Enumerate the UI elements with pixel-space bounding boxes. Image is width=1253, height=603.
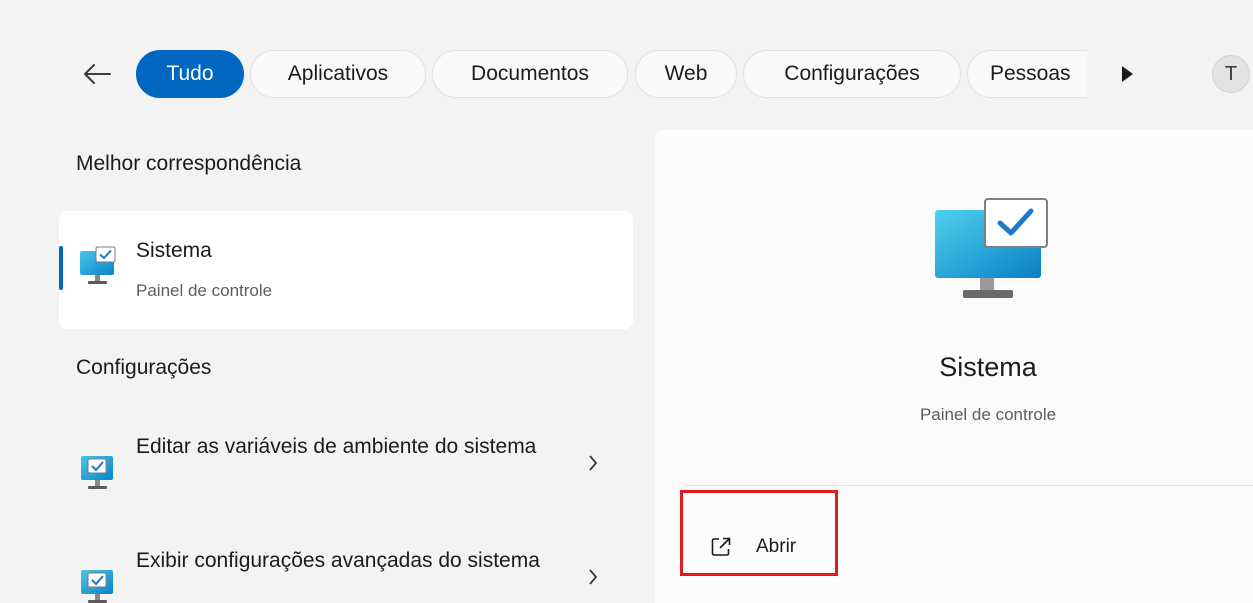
best-match-item[interactable]: Sistema Painel de controle (59, 211, 633, 329)
setting-item-label: Exibir configurações avançadas do sistem… (136, 549, 540, 572)
setting-item-advanced-system[interactable]: Exibir configurações avançadas do sistem… (59, 536, 633, 603)
chevron-right-icon (581, 448, 605, 478)
tab-pessoas[interactable]: Pessoas (967, 50, 1087, 98)
monitor-check-icon (930, 195, 1050, 310)
chevron-right-icon (581, 562, 605, 592)
monitor-check-icon (78, 245, 118, 294)
selection-indicator (59, 246, 63, 290)
best-match-heading: Melhor correspondência (76, 152, 302, 175)
more-filters-button[interactable] (1110, 62, 1144, 86)
detail-subtitle: Painel de controle (919, 405, 1057, 424)
detail-pane: Sistema Painel de controle Abrir (655, 130, 1253, 603)
divider (683, 485, 1253, 486)
best-match-name: Sistema (136, 239, 212, 262)
monitor-check-icon (78, 564, 118, 603)
avatar[interactable]: T (1212, 55, 1250, 93)
search-window: Tudo Aplicativos Documentos Web Configur… (0, 0, 1253, 603)
play-triangle-icon (1122, 66, 1133, 82)
back-button[interactable] (74, 54, 120, 94)
tab-tudo[interactable]: Tudo (136, 50, 244, 98)
tab-configuracoes[interactable]: Configurações (743, 50, 961, 98)
arrow-left-icon (84, 64, 111, 84)
monitor-check-icon (78, 450, 118, 499)
open-button-label: Abrir (756, 536, 797, 557)
best-match-subtitle: Painel de controle (136, 281, 273, 300)
tab-web[interactable]: Web (635, 50, 737, 98)
setting-item-env-variables[interactable]: Editar as variáveis de ambiente do siste… (59, 422, 633, 512)
detail-title: Sistema (939, 352, 1037, 382)
tab-documentos[interactable]: Documentos (432, 50, 628, 98)
setting-item-label: Editar as variáveis de ambiente do siste… (136, 435, 537, 458)
filter-bar: Tudo Aplicativos Documentos Web Configur… (0, 44, 1253, 102)
open-button[interactable]: Abrir (696, 525, 826, 569)
tab-aplicativos[interactable]: Aplicativos (250, 50, 426, 98)
settings-heading: Configurações (76, 356, 212, 379)
open-external-icon (708, 534, 734, 560)
